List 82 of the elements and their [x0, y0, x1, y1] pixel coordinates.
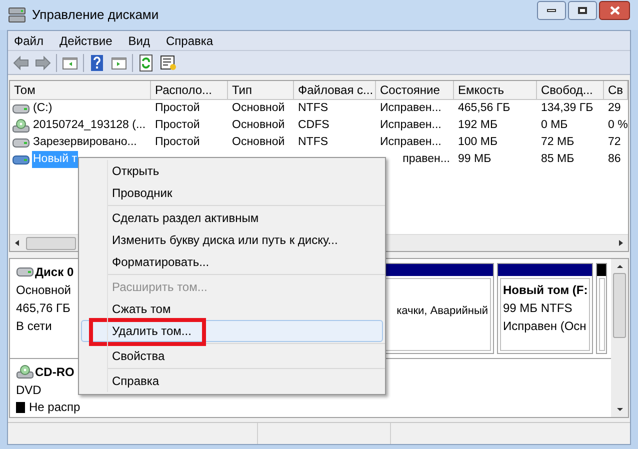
forward-arrow-icon[interactable]: [34, 54, 52, 72]
drive-icon: [12, 138, 30, 148]
column-header[interactable]: Свобод...: [537, 81, 604, 100]
partition-title: Новый том (F:: [503, 282, 588, 299]
context-menu-item[interactable]: Справка: [81, 370, 383, 392]
table-cell-text: NTFS: [297, 101, 330, 116]
column-header[interactable]: Состояние: [376, 81, 454, 100]
context-menu-item[interactable]: Сделать раздел активным: [81, 207, 383, 229]
menu-item[interactable]: Справка: [166, 32, 214, 50]
disk-info: В сети: [16, 318, 52, 335]
partition-block[interactable]: Новый том (F: 99 МБ NTFS Исправен (Осн: [497, 263, 593, 354]
properties-icon[interactable]: [159, 54, 177, 72]
maximize-button[interactable]: [568, 1, 597, 20]
context-menu-item[interactable]: Форматировать...: [81, 251, 383, 273]
table-cell-text: 72 МБ: [540, 135, 576, 150]
table-cell-text: Основной: [231, 118, 286, 133]
context-menu-item[interactable]: Удалить том...: [81, 320, 383, 342]
vertical-scrollbar[interactable]: [611, 259, 628, 417]
disk-name: CD-RO: [35, 364, 74, 381]
table-cell-text: 100 МБ: [457, 135, 499, 150]
cd-drive-icon: [12, 118, 30, 133]
table-cell-text: 72: [607, 135, 622, 150]
refresh-icon[interactable]: [137, 54, 155, 72]
table-cell-text: Простой: [154, 118, 201, 133]
drive-icon: [12, 104, 30, 114]
table-cell-text: NTFS: [297, 135, 330, 150]
menu-item[interactable]: Действие: [60, 32, 112, 50]
table-cell-text: 85 МБ: [540, 152, 576, 167]
table-cell-text: 99 МБ: [457, 152, 492, 167]
partition-info: Исправен (Осн: [503, 318, 586, 335]
table-cell-text: 86: [607, 152, 622, 167]
table-cell-text: правен...: [402, 152, 451, 167]
window-title: Управление дисками: [32, 6, 160, 24]
table-cell-text: CDFS: [297, 118, 330, 133]
context-menu-item[interactable]: Сжать том: [81, 298, 383, 320]
partition-info: 99 МБ NTFS: [503, 300, 572, 317]
table-cell-text: Исправен...: [379, 101, 442, 116]
disk-info: Основной: [16, 282, 72, 299]
volume-name[interactable]: 20150724_193128 (...: [32, 117, 147, 134]
partition-block[interactable]: [596, 263, 607, 354]
table-cell-text: Простой: [154, 101, 201, 116]
drive-icon: [16, 267, 34, 277]
table-cell-text: 465,56 ГБ: [457, 101, 512, 116]
back-arrow-icon[interactable]: [12, 54, 30, 72]
help-icon[interactable]: [88, 54, 106, 72]
column-header[interactable]: Емкость: [454, 81, 537, 100]
column-header[interactable]: Том: [10, 81, 151, 100]
column-header[interactable]: Файловая с...: [294, 81, 376, 100]
disk-name: Диск 0: [35, 264, 74, 281]
context-menu-item[interactable]: Изменить букву диска или путь к диску...: [81, 229, 383, 251]
table-cell-text: 192 МБ: [457, 118, 499, 133]
close-button[interactable]: [599, 1, 630, 20]
table-cell-text: 29: [607, 101, 622, 116]
table-cell-text: Исправен...: [379, 118, 442, 133]
column-header[interactable]: Тип: [228, 81, 294, 100]
context-menu-item[interactable]: Открыть: [81, 160, 383, 182]
partition-info: качки, Аварийный: [396, 304, 488, 320]
context-menu-item[interactable]: Свойства: [81, 345, 383, 367]
table-cell-text: 0 МБ: [540, 118, 569, 133]
disk-info: DVD: [16, 382, 42, 399]
scroll-thumb[interactable]: [613, 273, 626, 338]
volume-name[interactable]: Зарезервировано...: [32, 134, 138, 152]
cd-drive-icon: [16, 365, 34, 379]
menu-item[interactable]: Файл: [14, 32, 44, 50]
column-header[interactable]: Располо...: [151, 81, 228, 100]
table-cell-text: Простой: [154, 135, 201, 150]
disk-info: 465,76 ГБ: [16, 300, 70, 317]
scroll-thumb[interactable]: [26, 236, 76, 250]
volume-name[interactable]: (C:): [32, 100, 54, 118]
disk-management-icon: [8, 7, 26, 23]
legend-label: Не распр: [29, 399, 80, 416]
table-cell-text: 0 %: [607, 118, 629, 133]
context-menu-item[interactable]: Проводник: [81, 182, 383, 204]
menu-item[interactable]: Вид: [128, 32, 150, 50]
close-icon: [610, 6, 620, 15]
drive-icon: [12, 154, 30, 165]
minimize-button[interactable]: [537, 1, 566, 20]
table-cell-text: 134,39 ГБ: [540, 101, 594, 116]
table-cell-text: Основной: [231, 101, 286, 116]
table-cell-text: Основной: [231, 135, 286, 150]
table-cell-text: Исправен...: [379, 135, 442, 150]
column-header[interactable]: Св: [604, 81, 628, 100]
